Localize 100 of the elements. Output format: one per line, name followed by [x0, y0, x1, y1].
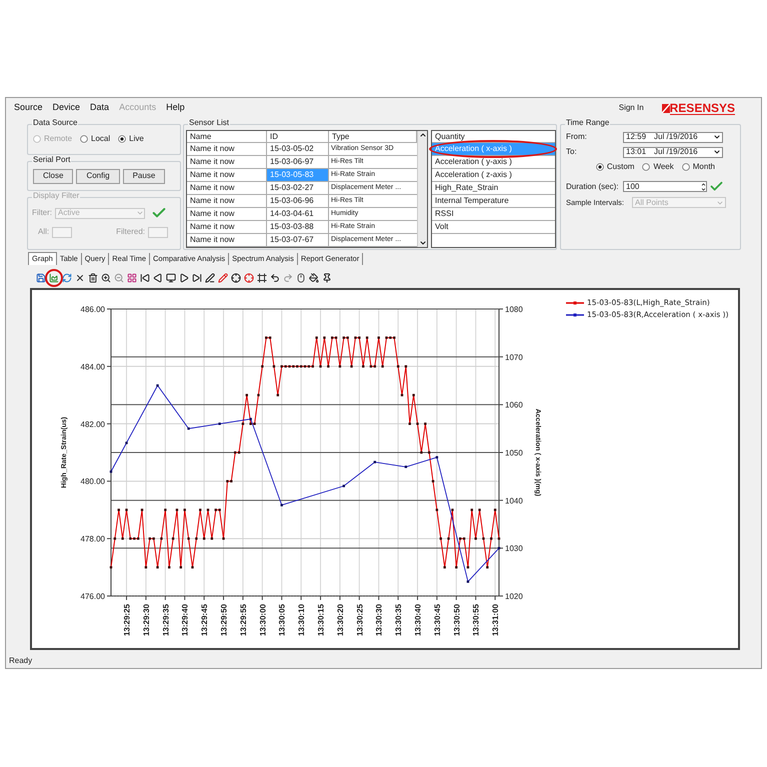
zoom-in-icon[interactable] [101, 273, 111, 283]
radio-button[interactable] [682, 163, 690, 171]
table-cell[interactable]: Name it now [187, 208, 267, 221]
logo-mark-icon [662, 104, 670, 112]
all-count-field[interactable] [52, 226, 72, 238]
tick-label: 13:30:30 [374, 604, 384, 636]
column-header[interactable]: Name [187, 131, 267, 143]
crosshair-icon[interactable] [231, 273, 241, 283]
tick-label: 1050 [505, 448, 523, 458]
table-cell[interactable]: Name it now [187, 156, 267, 169]
pen-icon[interactable] [205, 273, 215, 283]
quantity-item[interactable]: High_Rate_Strain [432, 182, 555, 195]
skip-back-icon[interactable] [140, 273, 150, 283]
all-label: All: [38, 226, 50, 238]
tick-label: 478.00 [80, 534, 105, 544]
serial-port-button[interactable]: Config [76, 168, 120, 184]
radio-label: Custom [606, 161, 634, 173]
tick-label: 13:30:45 [432, 604, 442, 636]
tick-label: 13:30:15 [316, 604, 326, 636]
status-text: Ready [9, 655, 34, 667]
table-cell[interactable]: Name it now [187, 182, 267, 195]
table-cell[interactable]: 15-03-03-88 [267, 221, 329, 234]
skip-forward-icon[interactable] [192, 273, 202, 283]
save-icon[interactable] [36, 273, 46, 283]
quantity-item[interactable]: RSSI [432, 208, 555, 221]
serial-port-button[interactable]: Pause [122, 168, 166, 184]
duration-spinner[interactable]: 100 [623, 181, 707, 192]
grid-icon[interactable] [127, 273, 137, 283]
table-cell[interactable]: 15-03-02-27 [267, 182, 329, 195]
tick-label: 13:29:55 [238, 604, 248, 636]
tick-label: 13:30:55 [472, 604, 481, 636]
tick-label: 13:30:40 [414, 604, 423, 636]
column-header[interactable]: ID [267, 131, 329, 143]
filtered-count-field[interactable] [148, 226, 168, 238]
tick-label: 13:29:30 [142, 604, 151, 636]
table-cell[interactable]: Name it now [187, 195, 267, 208]
tick-label: 484.00 [80, 362, 105, 372]
tick-label: 1040 [505, 496, 523, 506]
pin-icon[interactable] [322, 273, 332, 283]
tick-label: 13:29:25 [122, 604, 132, 636]
table-cell[interactable]: 15-03-07-67 [267, 234, 329, 247]
table-cell[interactable]: 15-03-06-96 [267, 195, 329, 208]
spin-down-icon[interactable] [701, 186, 706, 192]
monitor-icon[interactable] [166, 273, 176, 283]
tick-label: 13:30:10 [297, 604, 306, 636]
table-cell[interactable]: 15-03-05-02 [267, 143, 329, 156]
table-cell[interactable]: Name it now [187, 221, 267, 234]
group-title: Serial Port [32, 156, 72, 164]
serial-port-button[interactable]: Close [33, 168, 74, 184]
quantity-item[interactable]: Internal Temperature [432, 195, 555, 208]
tick-label: 13:29:40 [180, 604, 190, 636]
radio-button[interactable] [642, 163, 650, 171]
menu-item[interactable]: Data [90, 101, 110, 115]
table-cell[interactable]: Name it now [187, 234, 267, 247]
radio-label: Local [91, 133, 110, 145]
tick-label: 13:30:20 [336, 604, 345, 636]
delete-icon[interactable] [75, 273, 85, 283]
tick-label: 476.00 [80, 592, 105, 601]
radio-button[interactable] [80, 135, 88, 143]
next-icon[interactable] [179, 273, 189, 283]
quantity-item[interactable]: Acceleration ( z-axis ) [432, 169, 555, 182]
quantity-item[interactable]: Volt [432, 221, 555, 234]
refresh-icon[interactable] [62, 273, 72, 283]
chart-icon[interactable] [49, 273, 59, 283]
scroll-down-icon[interactable] [418, 239, 426, 247]
menu-item[interactable]: Source [14, 101, 43, 115]
pencil-icon[interactable] [218, 273, 228, 283]
sign-in-link[interactable]: Sign In [618, 102, 644, 114]
scrollbar[interactable] [417, 131, 427, 247]
tick-label: 13:29:50 [220, 604, 229, 636]
radio-button[interactable] [118, 135, 126, 143]
datetime-picker[interactable]: 13:01 Jul /19/2016 [623, 146, 723, 158]
tick-label: 482.00 [80, 420, 105, 429]
time-label: To: [566, 146, 578, 158]
tick-label: 13:30:05 [278, 604, 287, 636]
scroll-up-icon[interactable] [418, 131, 426, 139]
previous-icon[interactable] [153, 273, 163, 283]
table-cell[interactable]: Name it now [187, 143, 267, 156]
group-title: Display Filter [32, 192, 80, 200]
logo: RESENSYS [670, 102, 735, 114]
tick-label: 13:30:50 [452, 604, 462, 636]
mouse-icon[interactable] [296, 273, 306, 283]
group-title: Time Range [565, 119, 610, 127]
tick-label: 13:31:00 [491, 604, 500, 636]
menu-item[interactable]: Device [52, 101, 80, 115]
group-title: Data Source [32, 119, 78, 127]
radio-label: Month [692, 161, 715, 173]
time-label: From: [566, 131, 588, 143]
tick-label: 1020 [505, 592, 523, 601]
undo-icon[interactable] [270, 273, 280, 283]
spin-up-icon[interactable] [701, 182, 706, 186]
datetime-picker[interactable]: 12:59 Jul /19/2016 [623, 132, 723, 142]
tick-label: 1060 [505, 400, 523, 410]
table-cell[interactable]: 14-03-04-61 [267, 208, 329, 221]
radio-label: Remote [44, 133, 72, 145]
paint-bucket-icon[interactable] [309, 273, 319, 283]
radio-button[interactable] [596, 163, 604, 171]
trash-icon[interactable] [88, 273, 98, 283]
quantity-item[interactable]: Acceleration ( y-axis ) [432, 156, 555, 169]
menu-item[interactable]: Help [166, 101, 185, 115]
